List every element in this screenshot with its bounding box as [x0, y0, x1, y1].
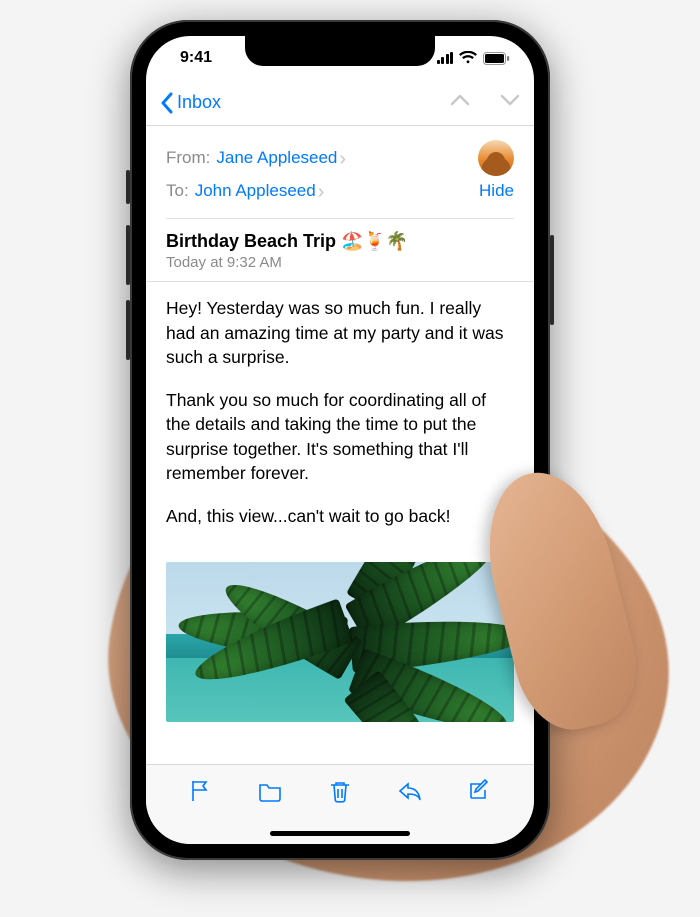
message-body[interactable]: Hey! Yesterday was so much fun. I really… [146, 282, 534, 562]
body-paragraph: Thank you so much for coordinating all o… [166, 388, 514, 486]
message-header: From: Jane Appleseed › To: John Applesee… [146, 126, 534, 219]
delete-button[interactable] [327, 779, 353, 808]
mute-switch [126, 170, 130, 204]
compose-icon [466, 779, 492, 803]
subject-text: Birthday Beach Trip 🏖️🍹🌴 [166, 231, 514, 252]
iphone-frame: 9:41 Inbox [130, 20, 550, 860]
power-button [550, 235, 554, 325]
compose-button[interactable] [466, 779, 492, 808]
chevron-up-icon [450, 93, 470, 107]
trash-icon [327, 779, 353, 803]
to-contact[interactable]: John Appleseed [195, 176, 316, 206]
from-contact[interactable]: Jane Appleseed [216, 143, 337, 173]
sender-avatar[interactable] [478, 140, 514, 176]
from-label: From: [166, 143, 210, 173]
reply-icon [397, 779, 423, 803]
chevron-left-icon [160, 92, 173, 114]
screen: 9:41 Inbox [146, 36, 534, 844]
hide-details-button[interactable]: Hide [479, 176, 514, 206]
flag-button[interactable] [188, 779, 214, 808]
move-button[interactable] [257, 779, 283, 808]
chevron-down-icon [500, 93, 520, 107]
home-indicator[interactable] [270, 831, 410, 836]
flag-icon [188, 779, 214, 803]
volume-up-button [126, 225, 130, 285]
cellular-signal-icon [437, 52, 454, 64]
notch [245, 36, 435, 66]
timestamp: Today at 9:32 AM [166, 254, 514, 271]
to-label: To: [166, 176, 189, 206]
back-button[interactable]: Inbox [160, 92, 221, 114]
attachment-image[interactable] [166, 562, 514, 722]
body-paragraph: And, this view...can't wait to go back! [166, 504, 514, 529]
folder-icon [257, 779, 283, 803]
reply-button[interactable] [397, 779, 423, 808]
chevron-right-icon: › [339, 144, 346, 174]
prev-message-button[interactable] [450, 93, 470, 112]
wifi-icon [459, 51, 477, 65]
battery-icon [483, 52, 510, 65]
back-label: Inbox [177, 92, 221, 113]
subject-block: Birthday Beach Trip 🏖️🍹🌴 Today at 9:32 A… [146, 219, 534, 282]
body-paragraph: Hey! Yesterday was so much fun. I really… [166, 296, 514, 370]
chevron-right-icon: › [318, 177, 325, 207]
palm-illustration [166, 562, 514, 722]
nav-bar: Inbox [146, 80, 534, 126]
next-message-button[interactable] [500, 93, 520, 112]
status-time: 9:41 [170, 49, 212, 67]
volume-down-button [126, 300, 130, 360]
toolbar [146, 764, 534, 844]
